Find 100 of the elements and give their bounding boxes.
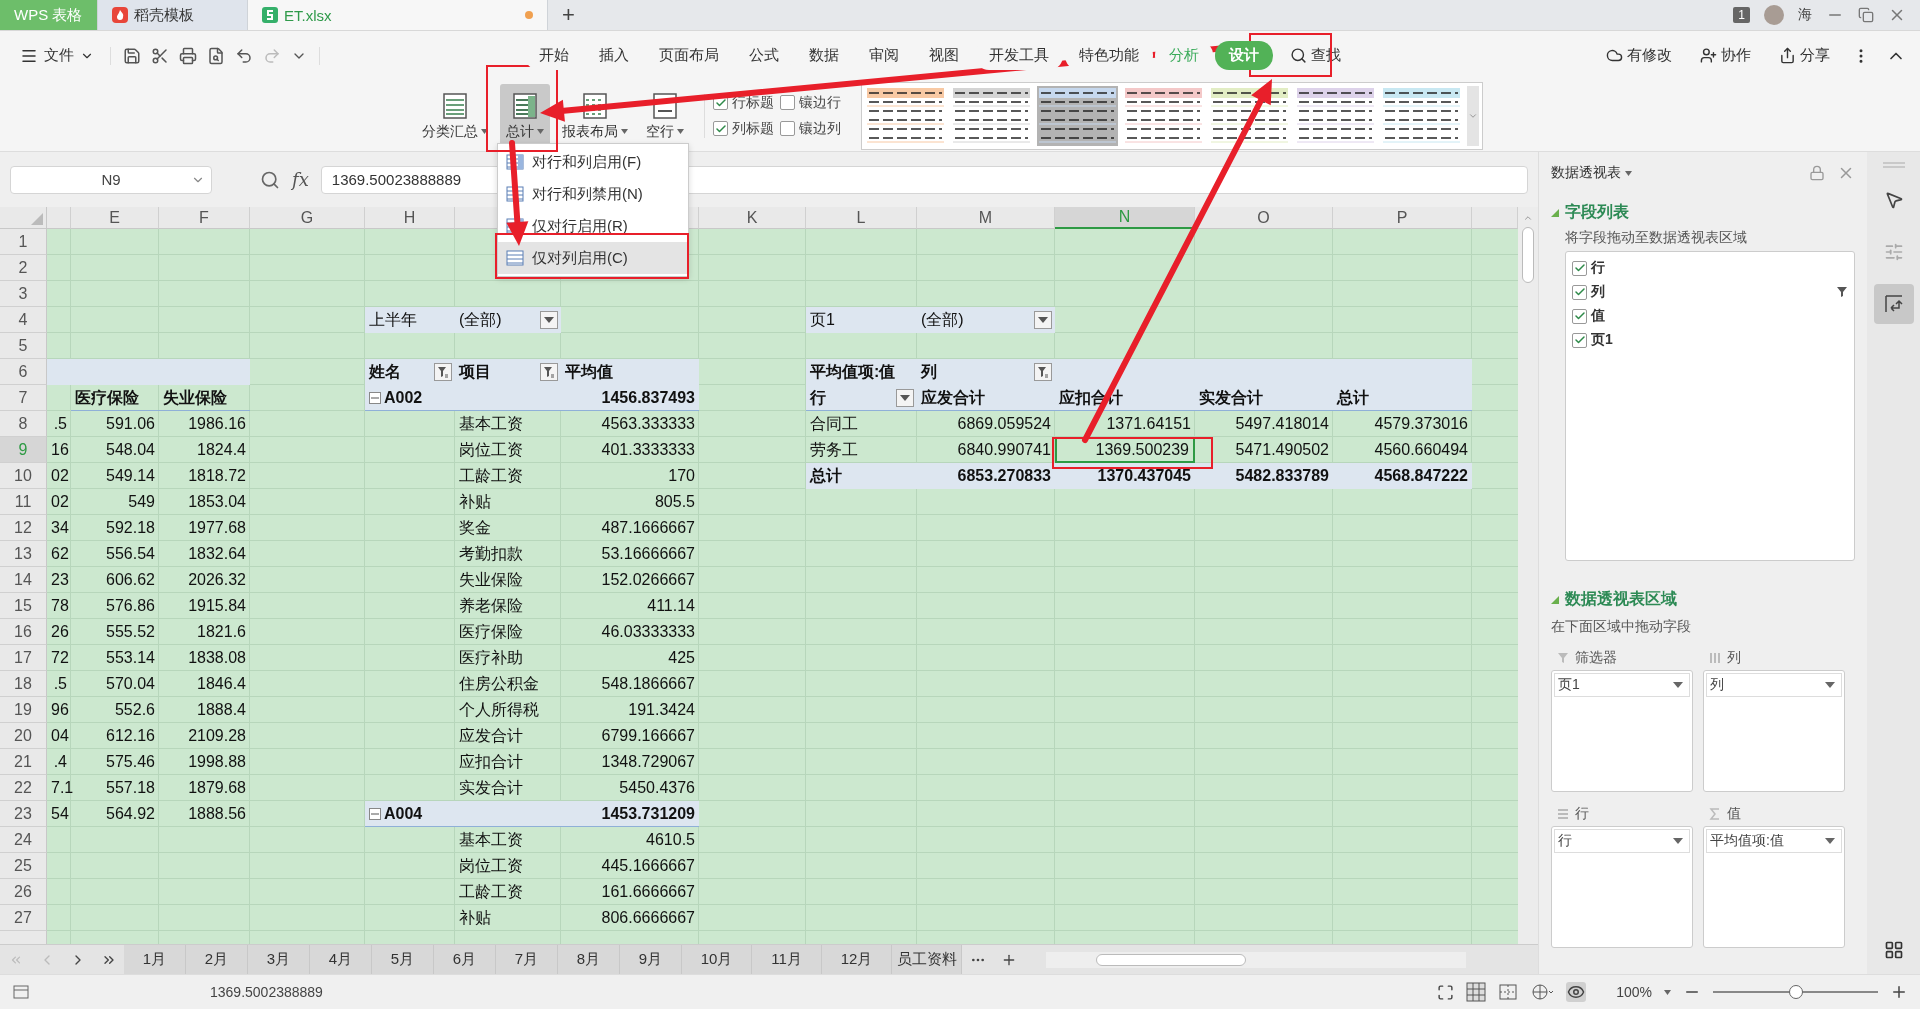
filter-label: 页1 [809,310,836,330]
item-label: 应扣合计 [458,752,524,772]
table-cell-text: 549 [127,492,156,512]
group-value: 1453.731209 [600,804,696,824]
group-value: 1456.837493 [600,388,696,408]
table-cell-text: 1998.88 [187,752,247,772]
checkbox-label: 镶边列 [799,119,841,138]
table-cell-text: 552.6 [113,700,156,720]
item-value: 4610.5 [645,830,696,850]
area-title: 行 [1575,805,1589,823]
field-header: 平均值 [564,362,614,382]
table-cell-text: 34 [50,518,70,538]
item-value: 5450.4376 [618,778,696,798]
table-cell-text: 62 [50,544,70,564]
value-field-header: 平均值项:值 [809,362,897,382]
item-label: 工龄工资 [458,882,524,902]
table-cell-text: 553.14 [105,648,156,668]
table-cell-text: 1832.64 [187,544,247,564]
item-value: 170 [667,466,696,486]
field-label: 行 [1591,259,1605,277]
section-hint: 在下面区域中拖动字段 [1551,618,1692,636]
table-cell-text: 54 [50,804,70,824]
group-label: A004 [384,805,423,823]
table-header: 医疗保险 [71,385,159,411]
item-value: 401.3333333 [600,440,696,460]
row-label: 总计 [808,466,843,486]
field-header: 姓名 [369,361,401,382]
table-cell-text: 1986.16 [187,414,247,434]
item-value: 4563.333333 [600,414,696,434]
table-cell-text: .5 [52,674,68,694]
table-cell-text: 2026.32 [187,570,247,590]
item-value: 1348.729067 [600,752,696,772]
item-label: 个人所得税 [458,700,540,720]
item-value: 425 [667,648,696,668]
table-cell-text: 04 [50,726,70,746]
table-cell-text: 557.18 [105,778,156,798]
item-value: 152.0266667 [600,570,696,590]
count-badge: 1 [1733,7,1750,23]
table-cell-text: 576.86 [105,596,156,616]
item-value: 411.14 [646,596,696,616]
item-value: 6799.166667 [600,726,696,746]
table-cell-text: 1838.08 [187,648,247,668]
column-header-label: 实发合计 [1198,388,1264,408]
table-cell-text: 1846.4 [196,674,247,694]
table-cell-text: 1888.4 [196,700,247,720]
table-cell-text: 02 [50,466,70,486]
item-label: 养老保险 [458,596,524,616]
area-title: 筛选器 [1575,649,1617,667]
item-label: 实发合计 [458,778,524,798]
item-value: 161.6666667 [600,882,696,902]
item-label: 考勤扣款 [458,544,524,564]
item-label: 医疗保险 [458,622,524,642]
section-hint: 将字段拖动至数据透视表区域 [1565,229,1748,247]
table-header: 失业保险 [159,385,250,411]
item-label: 岗位工资 [458,440,524,460]
table-cell-text: .5 [52,414,68,434]
table-cell-text: 26 [50,622,70,642]
table-cell-text: 1977.68 [187,518,247,538]
row-field-header: 行 [810,387,826,408]
item-value: 53.16666667 [600,544,696,564]
table-cell-text: 555.52 [105,622,156,642]
status-value: 1369.5002388889 [210,984,323,1000]
item-value: 487.1666667 [600,518,696,538]
item-value: 806.6666667 [600,908,696,928]
table-cell-text: 1915.84 [187,596,247,616]
table-cell-text: 78 [50,596,70,616]
item-label: 失业保险 [458,570,524,590]
filter-value: (全部) [921,309,964,330]
row-label: 合同工 [809,414,859,434]
table-cell-text: 1821.6 [196,622,247,642]
item-value: 191.3424 [627,700,696,720]
table-cell-text: 96 [50,700,70,720]
column-header-label: 总计 [1335,388,1370,408]
table-cell-text: 1818.72 [187,466,247,486]
filter-value: (全部) [459,309,502,330]
item-label: 工龄工资 [458,466,524,486]
field-header: 项目 [459,361,491,382]
item-label: 医疗补助 [458,648,524,668]
group-label: A002 [384,389,423,407]
item-label: 补贴 [458,492,492,512]
item-value: 445.1666667 [600,856,696,876]
table-cell-text: 7.1 [50,778,71,798]
item-label: 奖金 [458,518,492,538]
area-title: 值 [1727,805,1741,823]
table-cell-text: 556.54 [105,544,156,564]
table-cell-text: 606.62 [105,570,156,590]
table-cell-text: 548.04 [105,440,156,460]
table-cell-text: 1879.68 [187,778,247,798]
item-label: 基本工资 [458,414,524,434]
item-value: 548.1866667 [600,674,696,694]
item-value: 805.5 [653,492,696,512]
item-label: 岗位工资 [458,856,524,876]
section-title: 字段列表 [1565,202,1629,222]
table-cell-text: 1853.04 [187,492,247,512]
table-cell-text: 591.06 [105,414,156,434]
area-title: 列 [1727,649,1741,667]
table-cell-text: 564.92 [105,804,156,824]
table-cell-text: 1824.4 [196,440,247,460]
table-cell-text: 592.18 [105,518,156,538]
checkbox-label: 列标题 [732,119,774,138]
